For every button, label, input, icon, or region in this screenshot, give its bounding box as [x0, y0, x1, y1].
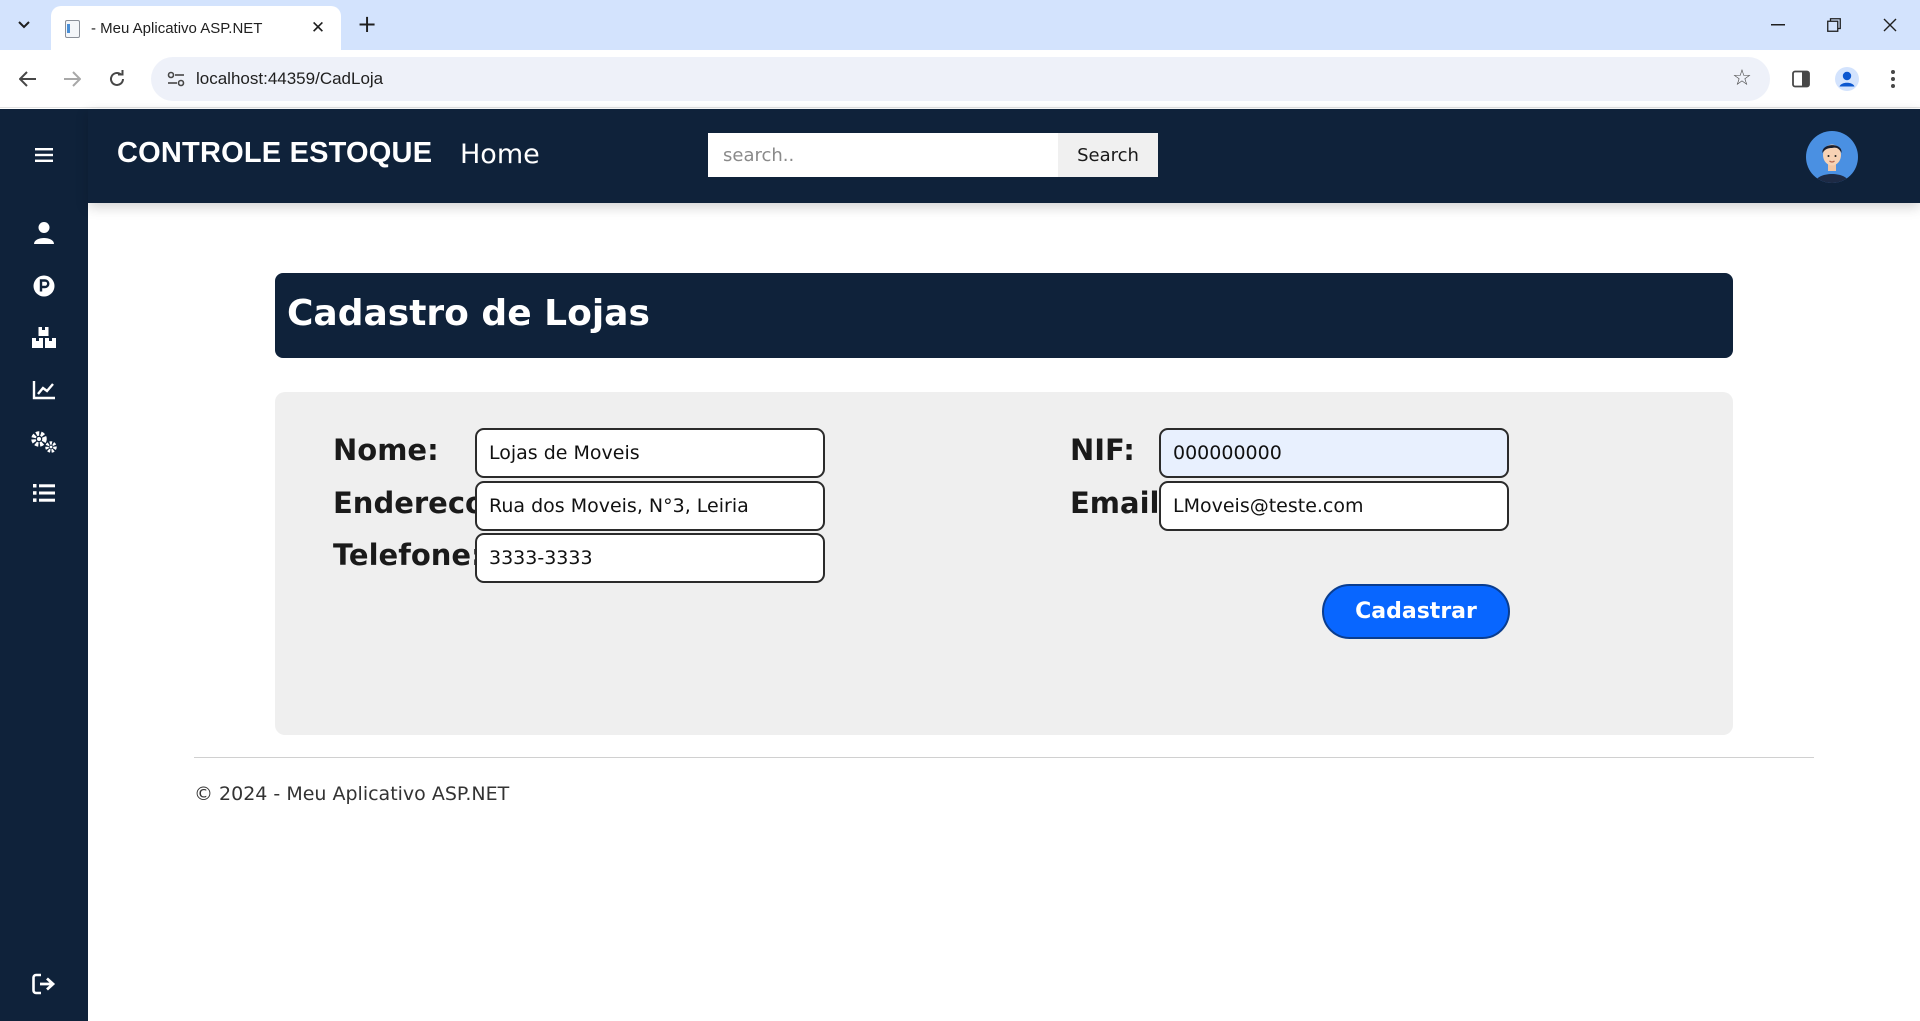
site-info-icon[interactable] [163, 66, 189, 92]
top-navbar: CONTROLE ESTOQUE Home Search [88, 109, 1920, 203]
brand-logo[interactable]: CONTROLE ESTOQUE [117, 137, 432, 170]
search-input[interactable] [708, 133, 1058, 177]
cadastrar-button[interactable]: Cadastrar [1322, 584, 1510, 639]
close-window-icon[interactable] [1867, 8, 1913, 42]
tab-title: - Meu Aplicativo ASP.NET [91, 19, 263, 37]
browser-toolbar: localhost:44359/CadLoja ☆ [0, 50, 1920, 108]
address-bar[interactable]: localhost:44359/CadLoja ☆ [151, 57, 1770, 101]
side-panel-icon[interactable] [1786, 64, 1816, 94]
user-icon[interactable] [29, 218, 59, 248]
footer-copyright: © 2024 - Meu Aplicativo ASP.NET [194, 783, 510, 805]
gears-icon[interactable] [29, 427, 59, 457]
minimize-icon[interactable] [1755, 8, 1801, 42]
menu-icon[interactable] [29, 140, 59, 170]
telefone-label: Telefone: [333, 538, 483, 572]
profile-icon[interactable] [1832, 64, 1862, 94]
new-tab-icon[interactable]: + [352, 10, 382, 40]
url-text: localhost:44359/CadLoja [196, 69, 384, 88]
back-icon[interactable] [13, 64, 43, 94]
app-viewport: CONTROLE ESTOQUE Home Search Cadastro de… [0, 109, 1920, 1021]
forward-icon[interactable] [57, 64, 87, 94]
nif-input[interactable] [1159, 428, 1509, 478]
footer-divider [194, 757, 1814, 758]
sign-out-icon[interactable] [29, 969, 59, 999]
nif-label: NIF: [1070, 433, 1135, 467]
endereco-label: Endereco: [333, 486, 497, 520]
close-tab-icon[interactable]: ✕ [307, 18, 329, 38]
browser-tab-strip: - Meu Aplicativo ASP.NET ✕ + [0, 0, 1920, 50]
page-header: Cadastro de Lojas [275, 273, 1733, 358]
chart-line-icon[interactable] [29, 375, 59, 405]
email-input[interactable] [1159, 481, 1509, 531]
telefone-input[interactable] [475, 533, 825, 583]
page-favicon-icon [63, 19, 81, 38]
reload-icon[interactable] [102, 64, 132, 94]
nome-label: Nome: [333, 433, 439, 467]
browser-menu-icon[interactable] [1878, 64, 1908, 94]
avatar[interactable] [1806, 131, 1858, 183]
tab-search-icon[interactable] [8, 10, 40, 40]
list-icon[interactable] [29, 478, 59, 508]
restore-icon[interactable] [1811, 8, 1857, 42]
sidebar [0, 109, 88, 1021]
home-link[interactable]: Home [460, 139, 540, 170]
browser-tab[interactable]: - Meu Aplicativo ASP.NET ✕ [51, 6, 341, 50]
bookmark-star-icon[interactable]: ☆ [1728, 65, 1756, 93]
nome-input[interactable] [475, 428, 825, 478]
endereco-input[interactable] [475, 481, 825, 531]
store-form: Nome: Endereco: Telefone: NIF: Email: Ca… [275, 392, 1733, 735]
page-title: Cadastro de Lojas [287, 293, 650, 334]
boxes-icon[interactable] [29, 323, 59, 353]
email-label: Email: [1070, 486, 1172, 520]
search-button[interactable]: Search [1058, 133, 1158, 177]
parking-icon[interactable] [29, 271, 59, 301]
